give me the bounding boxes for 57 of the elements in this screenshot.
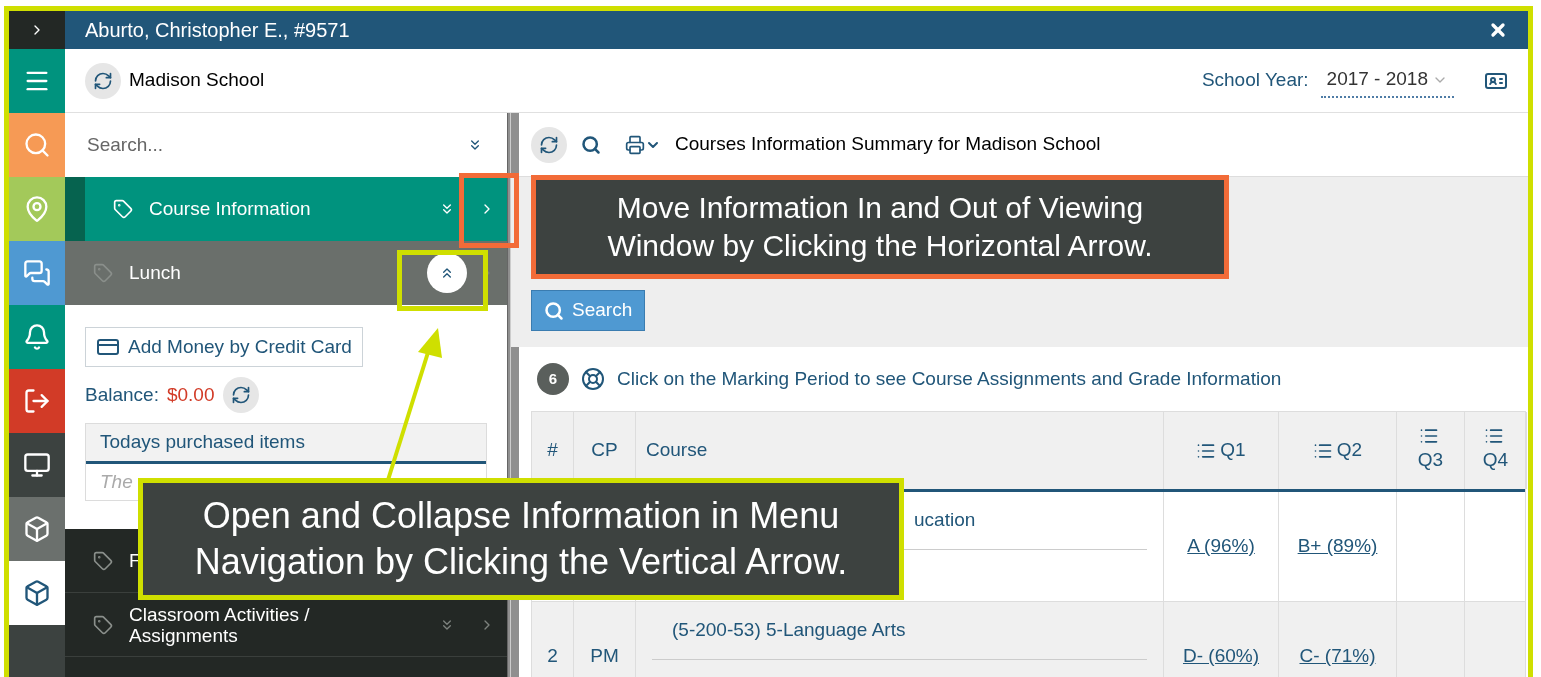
course-name: ucation — [914, 509, 976, 530]
refresh-icon — [539, 134, 559, 155]
column-header[interactable]: Q3 — [1397, 412, 1465, 489]
table-header: Todays purchased items — [86, 424, 486, 464]
balance-label: Balance: — [85, 382, 159, 407]
collapse-button[interactable] — [427, 253, 467, 293]
grade-link[interactable]: A (96%) — [1187, 532, 1255, 561]
cube-icon — [23, 579, 51, 607]
nav-item[interactable]: Course Information — [65, 177, 507, 241]
table-cell: PM — [574, 602, 636, 677]
refresh-icon — [230, 385, 251, 405]
nav-label: Classroom Activities / Assignments — [129, 603, 311, 646]
column-header[interactable]: Q4 — [1465, 412, 1527, 489]
refresh-button[interactable] — [531, 126, 567, 163]
search-icon — [23, 131, 51, 159]
nav-search-field[interactable]: Search... — [65, 113, 507, 177]
grade-link[interactable]: D- (60%) — [1183, 642, 1259, 671]
nav-label: Course Information — [149, 196, 312, 221]
printer-icon — [625, 134, 645, 155]
bell-icon — [23, 323, 51, 351]
count-badge: 6 — [537, 363, 569, 395]
column-header[interactable]: Q1 — [1164, 412, 1279, 489]
refresh-button[interactable] — [85, 62, 121, 99]
print-menu-button[interactable] — [625, 134, 661, 155]
page-title: Courses Information Summary for Madison School — [675, 132, 1101, 157]
hint-text: Click on the Marking Period to see Course Assignments and Grade Information — [617, 366, 1282, 391]
balance-value: $0.00 — [166, 382, 215, 407]
column-header[interactable]: Q2 — [1279, 412, 1397, 489]
add-money-button[interactable]: Add Money by Credit Card — [85, 327, 363, 367]
search-icon — [544, 300, 564, 321]
cube-icon — [23, 515, 51, 543]
school-year-label: School Year: — [1201, 68, 1309, 93]
close-icon[interactable] — [1488, 20, 1508, 40]
tag-icon — [93, 614, 113, 635]
annotation-tooltip: Move Information In and Out of Viewing Window by Clicking the Horizontal Arrow. — [531, 175, 1229, 279]
monitor-icon — [23, 451, 51, 479]
search-icon[interactable] — [581, 134, 601, 155]
nav-item[interactable]: Lunch — [65, 241, 507, 305]
chat-icon — [23, 259, 51, 287]
annotation-tooltip: Open and Collapse Information in Menu Navigation by Clicking the Vertical Arrow. — [138, 478, 904, 600]
school-year-select[interactable]: 2017 - 2018 — [1320, 63, 1454, 98]
lifebuoy-icon — [581, 367, 605, 391]
table-cell: 2 — [532, 602, 574, 677]
school-name: Madison School — [129, 68, 266, 93]
course-name: (5-200-53) 5-Language Arts — [672, 619, 906, 640]
refresh-button[interactable] — [222, 377, 259, 413]
grade-link[interactable]: C- (71%) — [1299, 642, 1376, 671]
window-title: Aburto, Christopher E., #9571 — [85, 18, 351, 43]
refresh-icon — [93, 70, 113, 91]
tag-icon — [93, 263, 113, 283]
tag-icon — [113, 199, 133, 219]
nav-label: Lunch — [129, 260, 182, 285]
grade-link[interactable]: B+ (89%) — [1297, 532, 1378, 561]
search-placeholder: Search... — [87, 132, 165, 157]
tag-icon — [93, 550, 113, 571]
empty-message: The — [100, 469, 133, 494]
exit-icon — [23, 387, 51, 415]
